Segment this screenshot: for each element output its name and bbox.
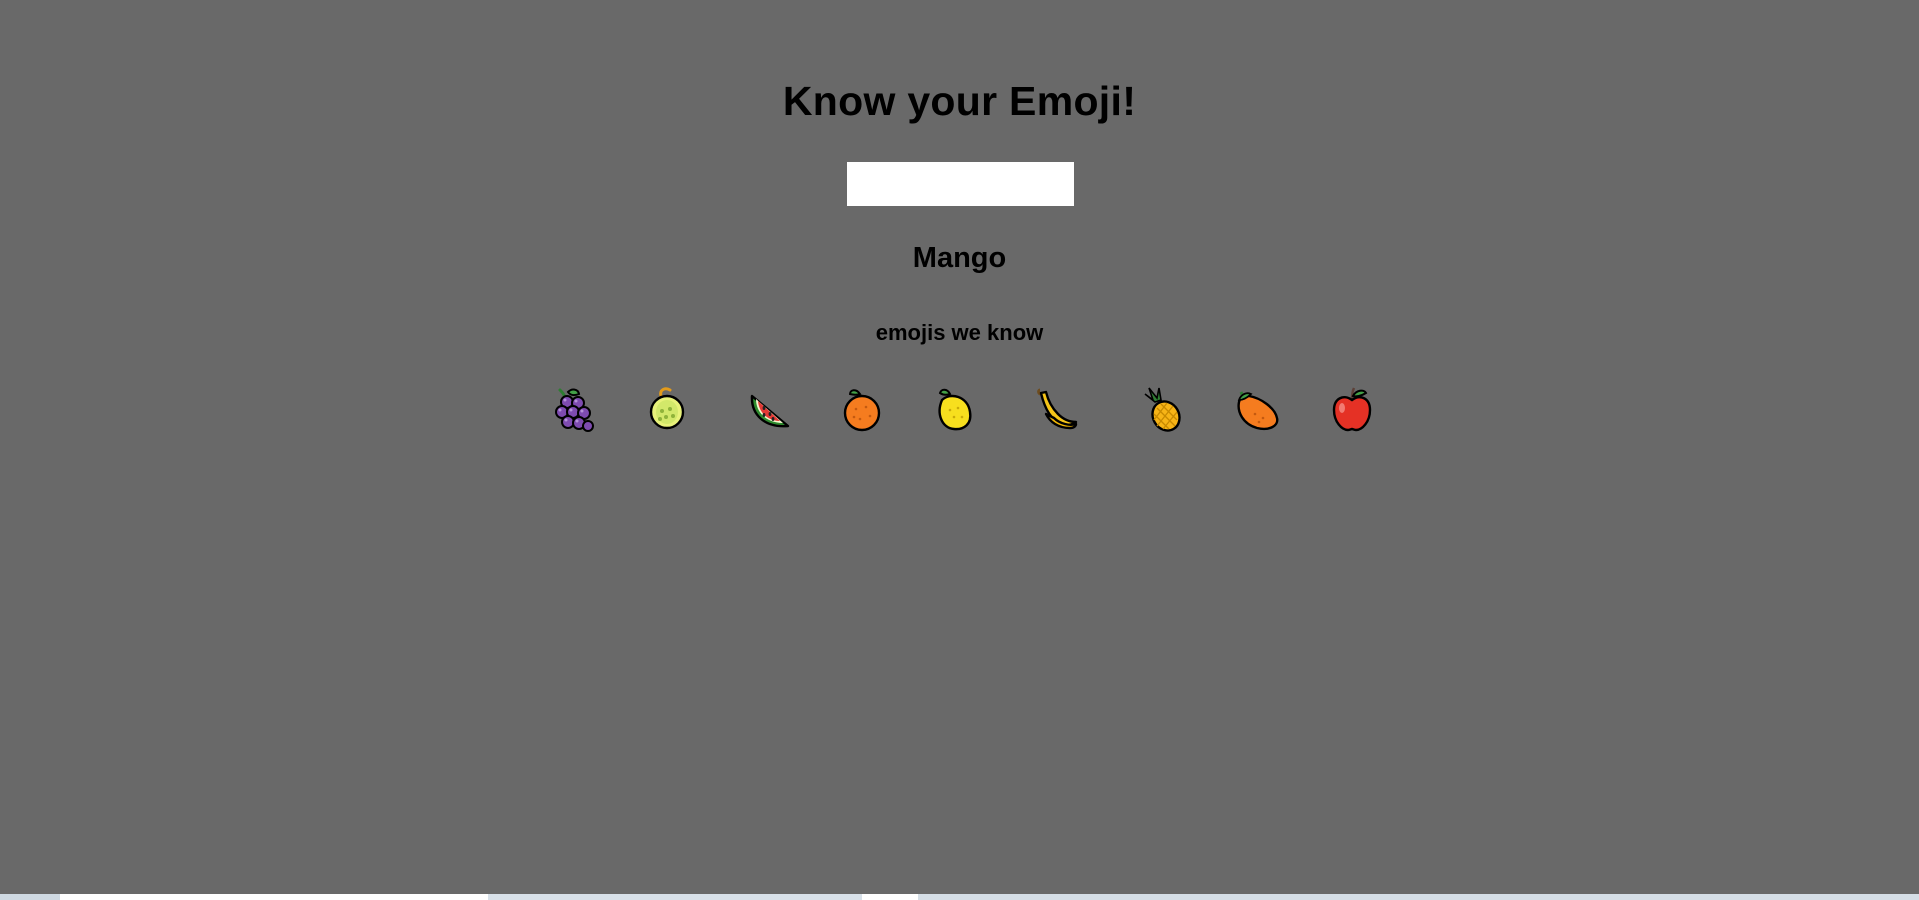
grapes-icon[interactable] (546, 384, 598, 436)
tangerine-icon[interactable] (836, 384, 888, 436)
lemon-icon[interactable] (928, 384, 980, 436)
taskbar-segment (0, 894, 60, 900)
banana-icon[interactable] (1030, 384, 1082, 436)
emojis-list-heading: emojis we know (875, 320, 1044, 345)
pineapple-icon[interactable] (1137, 384, 1189, 436)
mango-icon[interactable] (1231, 384, 1283, 436)
watermelon-icon[interactable] (742, 384, 794, 436)
taskbar-segment (488, 894, 862, 900)
emoji-search-input[interactable] (847, 162, 1074, 206)
melon-icon[interactable] (640, 384, 692, 436)
taskbar-segment (862, 894, 918, 900)
taskbar-active-tab[interactable] (60, 894, 488, 900)
red-apple-icon[interactable] (1326, 384, 1378, 436)
app-container: Know your Emoji! Mango emojis we know (0, 0, 1919, 894)
emoji-meaning-output: Mango (912, 242, 1007, 274)
taskbar-segment (918, 894, 1919, 900)
page-title: Know your Emoji! (782, 78, 1137, 124)
taskbar-strip (0, 894, 1919, 900)
emoji-list (0, 384, 1919, 436)
